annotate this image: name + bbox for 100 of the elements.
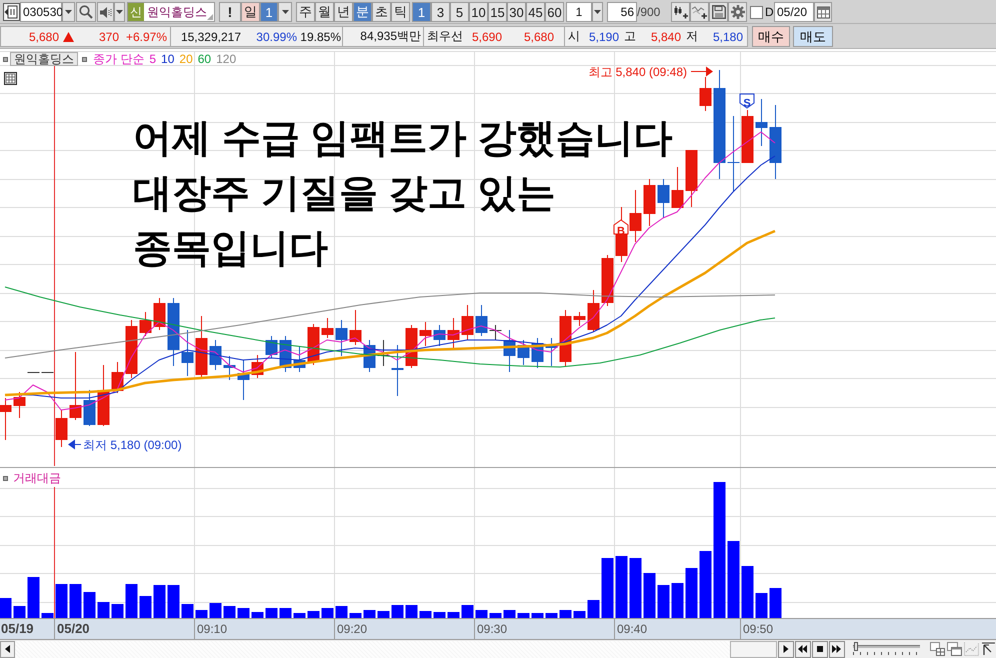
volume-bar bbox=[476, 610, 488, 618]
volume-panel-title: 거래대금 bbox=[13, 470, 61, 487]
volume-bar bbox=[378, 611, 390, 618]
resize-grip-icon bbox=[207, 14, 213, 20]
volume-bar bbox=[294, 613, 306, 618]
volume-bar bbox=[266, 608, 278, 618]
period-button[interactable]: 월 bbox=[315, 2, 334, 22]
period-button[interactable]: 분 bbox=[353, 2, 372, 22]
period-button[interactable]: 초 bbox=[372, 2, 391, 22]
play-button[interactable] bbox=[778, 640, 794, 658]
period-button[interactable]: 년 bbox=[334, 2, 353, 22]
candlestick bbox=[28, 372, 40, 373]
add-candle-button[interactable] bbox=[671, 2, 690, 22]
candlestick bbox=[322, 318, 334, 338]
window-grid-icon[interactable] bbox=[930, 642, 946, 656]
dropdown-button[interactable] bbox=[278, 2, 292, 22]
period-button[interactable]: 틱 bbox=[391, 2, 410, 22]
search-button[interactable] bbox=[76, 2, 96, 22]
indicator-name: 종가 단순 bbox=[93, 50, 144, 68]
high-price: 5,840 bbox=[650, 30, 681, 44]
pointer-arrow bbox=[68, 440, 82, 450]
speaker-button[interactable] bbox=[97, 2, 114, 22]
low-price: 5,180 bbox=[712, 30, 743, 44]
day-button[interactable]: 일 bbox=[241, 2, 260, 22]
candlestick bbox=[546, 338, 558, 366]
candlestick bbox=[84, 390, 96, 426]
interval-button[interactable]: 30 bbox=[507, 2, 526, 22]
save-button[interactable] bbox=[709, 2, 728, 22]
day-count-field[interactable]: 1 bbox=[260, 2, 278, 22]
volume-bar bbox=[574, 611, 586, 618]
stock-tab[interactable]: 원익홀딩스 bbox=[10, 52, 78, 66]
caption-line: 종목입니다 bbox=[133, 226, 328, 271]
date-field[interactable]: 05/20 bbox=[774, 2, 814, 22]
volume-bar bbox=[168, 585, 180, 618]
scroll-left-button[interactable] bbox=[0, 640, 15, 658]
candlestick bbox=[420, 322, 432, 346]
table-icon[interactable] bbox=[4, 72, 17, 85]
buy-button[interactable]: 매수 bbox=[752, 26, 790, 47]
stock-code-field[interactable]: 030530 bbox=[20, 2, 62, 22]
dropdown-button[interactable] bbox=[62, 2, 75, 22]
alert-button[interactable]: ! bbox=[219, 2, 241, 22]
volume-bar bbox=[308, 611, 320, 618]
time-axis-label: 09:40 bbox=[614, 619, 648, 639]
stop-icon bbox=[816, 645, 823, 653]
best-ask-price: 5,690 bbox=[470, 30, 502, 44]
volume-bar bbox=[756, 593, 768, 618]
stop-button[interactable] bbox=[812, 640, 828, 658]
candlestick bbox=[182, 330, 194, 376]
volume-bar bbox=[210, 603, 222, 618]
low-label: 저 bbox=[685, 28, 699, 45]
interval-button[interactable]: 60 bbox=[545, 2, 564, 22]
candlestick bbox=[154, 298, 166, 330]
interval-button[interactable]: 15 bbox=[488, 2, 507, 22]
volume-bar bbox=[238, 608, 250, 618]
sell-button[interactable]: 매도 bbox=[793, 26, 833, 47]
candlestick bbox=[14, 392, 26, 418]
add-line-button[interactable] bbox=[690, 2, 709, 22]
settings-button[interactable] bbox=[728, 2, 747, 22]
interval-field[interactable]: 1 bbox=[566, 2, 592, 22]
volume-bar bbox=[462, 605, 474, 618]
fast-forward-button[interactable] bbox=[828, 640, 845, 658]
volume-bar bbox=[490, 613, 502, 618]
date-axis-label: 05/19 bbox=[0, 620, 34, 638]
save-icon bbox=[712, 5, 726, 19]
interval-button[interactable]: 1 bbox=[412, 2, 431, 22]
candlestick bbox=[532, 338, 544, 368]
small-square-icon bbox=[82, 56, 87, 62]
interval-button[interactable]: 10 bbox=[469, 2, 488, 22]
volume-bar bbox=[112, 604, 124, 618]
panel-icon[interactable] bbox=[3, 3, 20, 21]
checkbox[interactable] bbox=[750, 6, 763, 18]
dropdown-button[interactable] bbox=[114, 2, 125, 22]
slider-thumb[interactable] bbox=[854, 642, 858, 651]
volume-bar bbox=[0, 598, 12, 618]
candlestick bbox=[112, 362, 124, 394]
time-axis-label: 09:10 bbox=[194, 619, 228, 639]
candlestick bbox=[434, 324, 446, 346]
candlestick bbox=[448, 318, 460, 350]
overlapping-windows-icon[interactable] bbox=[947, 642, 962, 656]
speed-slider[interactable] bbox=[850, 641, 920, 657]
period-button[interactable]: 주 bbox=[296, 2, 315, 22]
rewind-button[interactable] bbox=[794, 640, 811, 658]
turnover-rate: 19.85% bbox=[299, 30, 341, 44]
rewind-icon bbox=[798, 645, 808, 653]
high-price-note: 최고 5,840 (09:48) bbox=[588, 65, 687, 79]
interval-button[interactable]: 3 bbox=[431, 2, 450, 22]
dotted-chart-icon[interactable] bbox=[964, 642, 980, 656]
stock-name-field[interactable]: 신 원익홀딩스 bbox=[127, 2, 215, 22]
candle-count-field[interactable]: 56 bbox=[607, 2, 637, 22]
calendar-button[interactable] bbox=[814, 2, 832, 22]
dropdown-button[interactable] bbox=[592, 2, 603, 22]
trade-volume: 15,329,217 bbox=[180, 30, 241, 44]
interval-button[interactable]: 5 bbox=[450, 2, 469, 22]
volume-bar bbox=[630, 558, 642, 618]
interval-button[interactable]: 45 bbox=[526, 2, 545, 22]
candlestick bbox=[518, 340, 530, 366]
pointer-reset-icon[interactable] bbox=[981, 642, 996, 656]
candlestick bbox=[742, 110, 754, 164]
checkbox-label: D bbox=[765, 5, 773, 19]
left-triangle-icon bbox=[4, 645, 10, 653]
